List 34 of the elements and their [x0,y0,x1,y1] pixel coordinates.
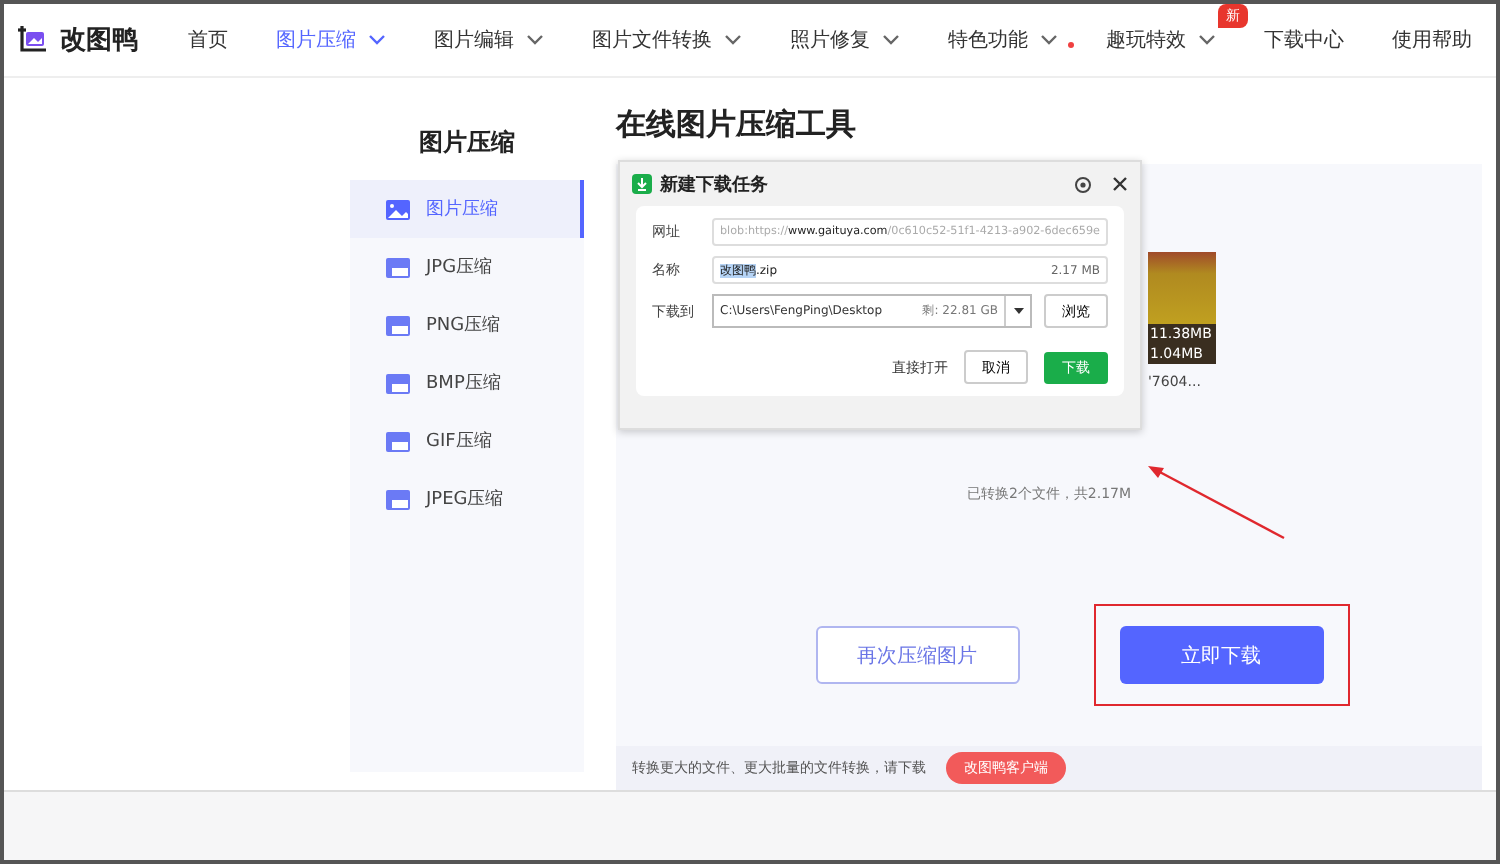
sidebar-item[interactable]: JPEG压缩 [350,470,584,528]
nav-item[interactable]: 使用帮助 [1368,26,1496,54]
annotation-arrow [1148,466,1285,540]
nav-item[interactable]: 特色功能 [924,26,1082,54]
file-format-icon [386,315,410,335]
logo-icon [16,24,48,56]
nav-item[interactable]: 图片压缩 [252,26,410,54]
sidebar-item[interactable]: GIF压缩 [350,412,584,470]
settings-icon[interactable] [1074,175,1092,193]
picture-icon [386,199,410,219]
sidebar-item[interactable]: JPG压缩 [350,238,584,296]
logo-text: 改图鸭 [60,24,138,58]
sidebar-title: 图片压缩 [417,126,517,160]
download-button[interactable]: 立即下载 [1119,626,1323,684]
recompress-button[interactable]: 再次压缩图片 [815,626,1019,684]
photo-placeholder [1148,252,1216,324]
nav-item[interactable]: 首页 [164,26,252,54]
nav-item[interactable]: 图片编辑 [410,26,568,54]
close-icon[interactable] [1112,176,1128,192]
dropdown-icon [1013,308,1023,314]
download-icon [632,174,652,194]
nav-item[interactable]: 趣玩特效 [1082,26,1240,54]
dialog-title: 新建下载任务 [660,172,770,197]
nav-item[interactable]: 照片修复 [766,26,924,54]
nav-item[interactable]: 下载中心 [1240,26,1368,54]
sidebar-item[interactable]: BMP压缩 [350,354,584,412]
nav-item[interactable]: 图片文件转换 [568,26,766,54]
sidebar-item[interactable]: PNG压缩 [350,296,584,354]
file-format-icon [386,257,410,277]
file-format-icon [386,373,410,393]
file-format-icon [386,431,410,451]
sidebar-item[interactable]: 图片压缩 [350,180,584,238]
file-format-icon [386,489,410,509]
page-title: 在线图片压缩工具 [616,106,858,144]
